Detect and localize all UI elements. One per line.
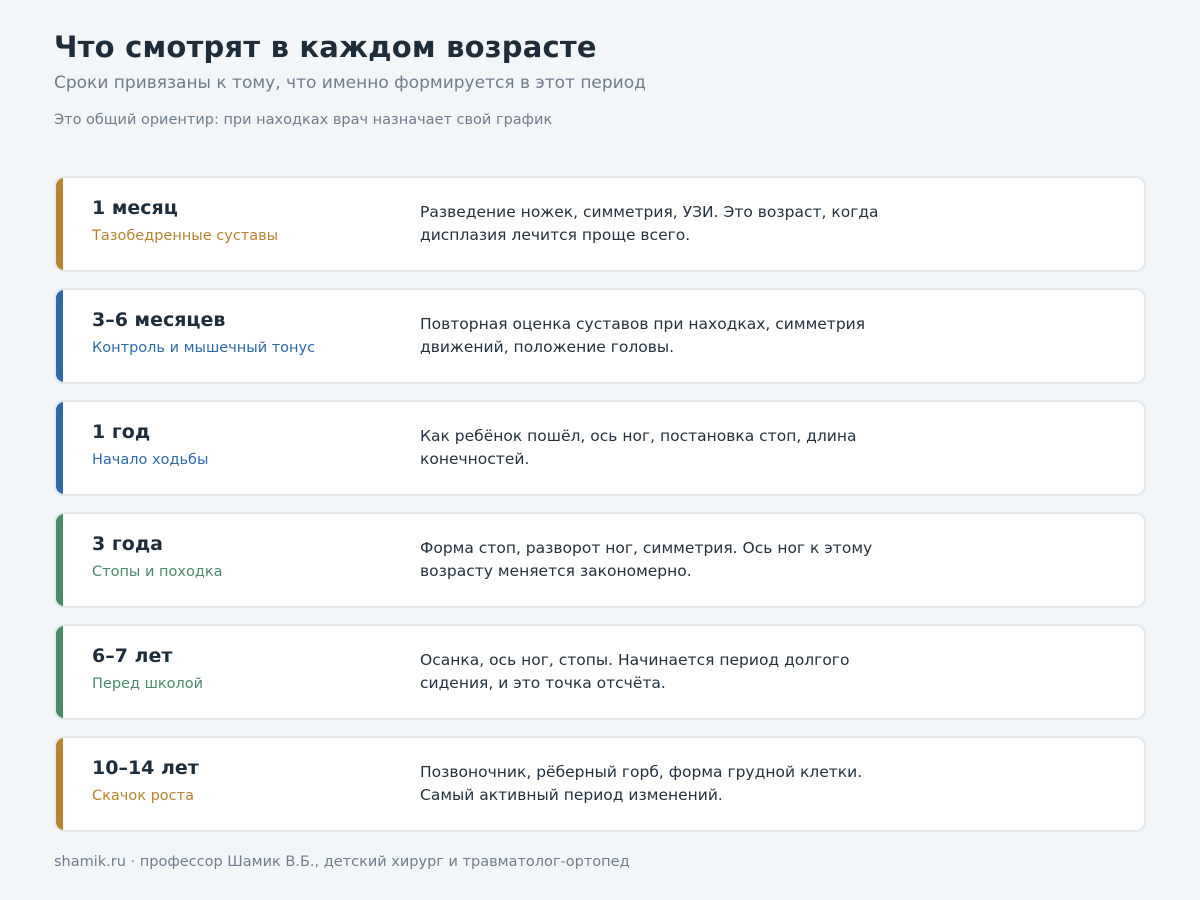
- card-description: Позвоночник, рёберный горб, форма грудно…: [420, 763, 863, 804]
- age-card-3-6-months: 3–6 месяцев Контроль и мышечный тонус По…: [54, 288, 1146, 384]
- age-card-1-year: 1 год Начало ходьбы Как ребёнок пошёл, о…: [54, 400, 1146, 496]
- age-card-10-14-years: 10–14 лет Скачок роста Позвоночник, рёбе…: [54, 736, 1146, 832]
- card-age: 1 год: [92, 421, 151, 443]
- page-footer: shamik.ru · профессор Шамик В.Б., детски…: [54, 854, 630, 870]
- page-note: Это общий ориентир: при находках врач на…: [54, 112, 553, 128]
- page-title: Что смотрят в каждом возрасте: [54, 30, 597, 64]
- card-accent-bar: [56, 290, 63, 382]
- card-description: Повторная оценка суставов при находках, …: [420, 315, 866, 356]
- page: Что смотрят в каждом возрасте Сроки прив…: [0, 0, 1200, 900]
- card-age: 10–14 лет: [92, 757, 199, 779]
- page-subtitle: Сроки привязаны к тому, что именно форми…: [54, 73, 646, 93]
- card-accent-bar: [56, 626, 63, 718]
- card-accent-bar: [56, 402, 63, 494]
- age-card-list: 1 месяц Тазобедренные суставы Разведение…: [54, 176, 1146, 848]
- card-age: 1 месяц: [92, 197, 178, 219]
- card-accent-bar: [56, 178, 63, 270]
- card-topic: Перед школой: [92, 676, 204, 692]
- age-card-1-month: 1 месяц Тазобедренные суставы Разведение…: [54, 176, 1146, 272]
- card-description: Форма стоп, разворот ног, симметрия. Ось…: [420, 539, 873, 580]
- card-description: Разведение ножек, симметрия, УЗИ. Это во…: [420, 203, 879, 244]
- card-description: Осанка, ось ног, стопы. Начинается перио…: [420, 651, 850, 692]
- card-accent-bar: [56, 738, 63, 830]
- card-topic: Стопы и походка: [92, 564, 223, 580]
- card-age: 6–7 лет: [92, 645, 173, 667]
- card-topic: Скачок роста: [92, 788, 194, 804]
- card-topic: Начало ходьбы: [92, 452, 209, 468]
- card-topic: Контроль и мышечный тонус: [92, 340, 316, 356]
- card-description: Как ребёнок пошёл, ось ног, постановка с…: [420, 427, 857, 468]
- card-age: 3 года: [92, 533, 163, 555]
- card-age: 3–6 месяцев: [92, 309, 226, 331]
- age-card-6-7-years: 6–7 лет Перед школой Осанка, ось ног, ст…: [54, 624, 1146, 720]
- card-accent-bar: [56, 514, 63, 606]
- age-card-3-years: 3 года Стопы и походка Форма стоп, разво…: [54, 512, 1146, 608]
- card-topic: Тазобедренные суставы: [92, 228, 279, 244]
